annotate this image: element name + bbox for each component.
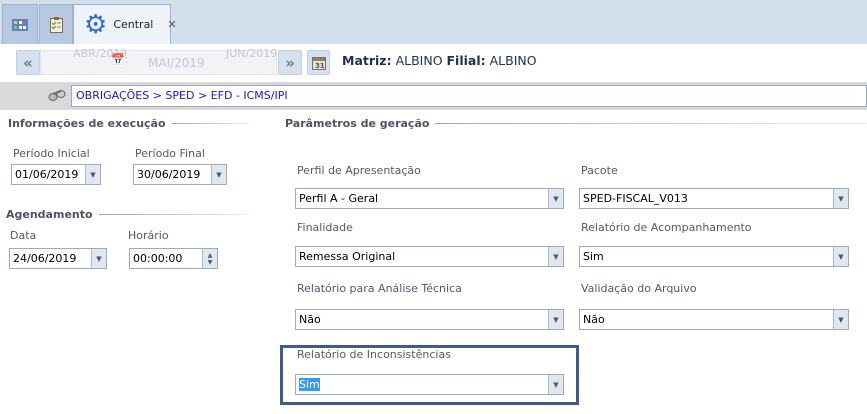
tab-checklist[interactable] bbox=[39, 4, 73, 44]
prev-period-button[interactable]: « bbox=[16, 50, 40, 75]
perfil-select[interactable]: Perfil A - Geral ▼ bbox=[295, 188, 564, 209]
company-info: Matriz: ALBINO Filial: ALBINO bbox=[342, 53, 537, 68]
chevron-down-icon[interactable]: ▼ bbox=[91, 249, 106, 268]
value: 30/06/2019 bbox=[137, 168, 201, 181]
next-period-button[interactable]: » bbox=[278, 50, 302, 75]
value: Não bbox=[583, 313, 605, 326]
acompanhamento-label: Relatório de Acompanhamento bbox=[581, 221, 752, 234]
acompanhamento-select[interactable]: Sim ▼ bbox=[579, 246, 849, 267]
tab-grid[interactable] bbox=[2, 4, 38, 44]
value: Remessa Original bbox=[299, 250, 396, 263]
breadcrumb[interactable]: OBRIGAÇÕES > SPED > EFD - ICMS/IPI bbox=[71, 85, 867, 107]
section-parametros: Parâmetros de geração bbox=[285, 117, 867, 130]
validacao-label: Validação do Arquivo bbox=[581, 282, 697, 295]
value: Não bbox=[299, 313, 321, 326]
value: 24/06/2019 bbox=[13, 252, 77, 265]
finalidade-label: Finalidade bbox=[297, 221, 353, 234]
analise-label: Relatório para Análise Técnica bbox=[297, 282, 462, 295]
inconsistencias-select[interactable]: Sim ▼ bbox=[295, 374, 564, 395]
calendar-icon: 📅: bbox=[111, 53, 129, 66]
value: Perfil A - Geral bbox=[299, 192, 379, 205]
chevron-down-icon[interactable]: ▼ bbox=[548, 375, 563, 394]
section-title: Informações de execução bbox=[8, 117, 166, 130]
analise-select[interactable]: Não ▼ bbox=[295, 309, 564, 330]
value: Sim bbox=[583, 250, 604, 263]
data-label: Data bbox=[10, 229, 37, 242]
finalidade-select[interactable]: Remessa Original ▼ bbox=[295, 246, 564, 267]
periodo-final-label: Período Final bbox=[135, 147, 205, 160]
section-agendamento: Agendamento bbox=[6, 208, 250, 221]
chevron-down-icon[interactable]: ▼ bbox=[548, 247, 563, 266]
chevron-down-icon[interactable]: ▼ bbox=[85, 165, 100, 184]
chevron-down-icon[interactable]: ▼ bbox=[548, 310, 563, 329]
tab-central[interactable]: ⚙ Central ✕ bbox=[73, 4, 177, 44]
chevron-down-icon[interactable]: ▼ bbox=[211, 165, 226, 184]
section-title: Parâmetros de geração bbox=[285, 117, 430, 130]
section-execucao: Informações de execução bbox=[8, 117, 250, 130]
value: 01/06/2019 bbox=[15, 168, 79, 181]
tab-label: Central bbox=[113, 18, 154, 31]
periodo-inicial-label: Período Inicial bbox=[13, 147, 90, 160]
value: SPED-FISCAL_V013 bbox=[583, 192, 688, 205]
chevron-down-icon[interactable]: ▼ bbox=[833, 310, 848, 329]
month-next: JUN/2019 bbox=[226, 47, 278, 60]
periodo-inicial-input[interactable]: 01/06/2019 ▼ bbox=[11, 164, 101, 185]
data-input[interactable]: 24/06/2019 ▼ bbox=[9, 248, 107, 269]
value: Sim bbox=[299, 378, 320, 391]
periodo-final-input[interactable]: 30/06/2019 ▼ bbox=[133, 164, 227, 185]
chevron-down-icon[interactable]: ▼ bbox=[833, 247, 848, 266]
tab-bar: ⚙ Central ✕ bbox=[0, 0, 867, 44]
calendar-button[interactable]: 31 bbox=[307, 50, 330, 75]
inconsistencias-label: Relatório de Inconsistências bbox=[297, 348, 451, 361]
spinner-icon[interactable]: ▲ ▼ bbox=[202, 249, 217, 268]
matriz-label: Matriz: bbox=[342, 53, 392, 68]
perfil-label: Perfil de Apresentação bbox=[297, 164, 421, 177]
close-icon[interactable]: ✕ bbox=[167, 18, 176, 31]
pacote-label: Pacote bbox=[581, 164, 618, 177]
horario-label: Horário bbox=[128, 229, 169, 242]
grid-icon bbox=[12, 18, 28, 31]
filial-value: ALBINO bbox=[489, 53, 537, 68]
filial-label: Filial: bbox=[446, 53, 486, 68]
chevron-down-icon[interactable]: ▼ bbox=[833, 189, 848, 208]
checklist-icon bbox=[49, 16, 63, 33]
binoculars-icon bbox=[48, 88, 66, 105]
svg-text:31: 31 bbox=[315, 62, 325, 70]
section-title: Agendamento bbox=[6, 208, 93, 221]
pacote-select[interactable]: SPED-FISCAL_V013 ▼ bbox=[579, 188, 849, 209]
chevron-down-icon[interactable]: ▼ bbox=[548, 189, 563, 208]
horario-input[interactable]: 00:00:00 ▲ ▼ bbox=[129, 248, 218, 269]
value: 00:00:00 bbox=[133, 252, 183, 265]
validacao-select[interactable]: Não ▼ bbox=[579, 309, 849, 330]
month-current: MAI/2019 bbox=[148, 56, 205, 70]
matriz-value: ALBINO bbox=[395, 53, 443, 68]
period-strip[interactable]: ABR/2019 📅: MAI/2019 JUN/2019 bbox=[40, 47, 278, 75]
selected-text: Sim bbox=[299, 378, 320, 391]
calendar-icon: 31 bbox=[311, 57, 326, 70]
gear-icon: ⚙ bbox=[84, 9, 108, 40]
